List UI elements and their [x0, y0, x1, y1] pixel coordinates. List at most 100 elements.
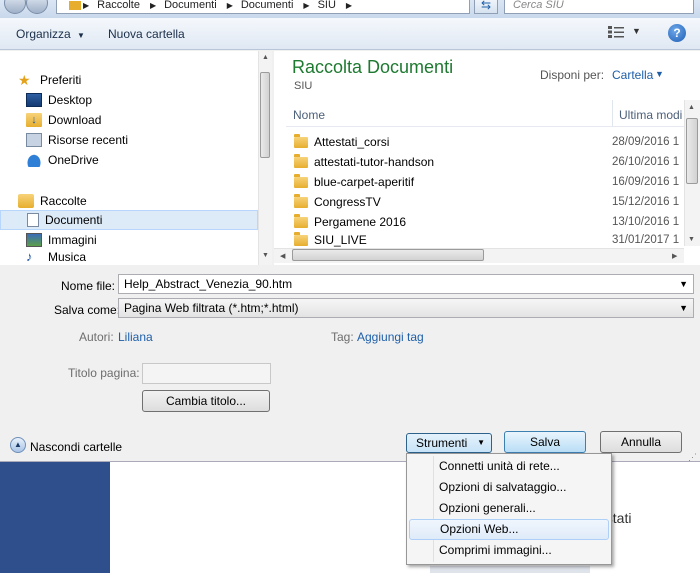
file-row[interactable]: blue-carpet-aperitif 16/09/2016 1: [294, 172, 684, 192]
chevron-down-icon[interactable]: ▼: [679, 275, 688, 293]
refresh-button[interactable]: ⇆: [474, 0, 498, 14]
chevron-down-icon[interactable]: ▼: [632, 26, 641, 36]
hide-folders-toggle[interactable]: Nascondi cartelle: [30, 440, 122, 454]
scroll-right-icon[interactable]: ▶: [672, 252, 677, 260]
file-row[interactable]: attestati-tutor-handson 26/10/2016 1: [294, 152, 684, 172]
organize-button[interactable]: Organizza ▼: [16, 27, 85, 41]
folder-icon: [294, 133, 308, 148]
breadcrumb-separator-icon: ▶: [303, 0, 310, 10]
breadcrumb-documenti-2[interactable]: Documenti: [241, 0, 294, 11]
menu-item-compress-pictures[interactable]: Comprimi immagini...: [409, 540, 609, 561]
recent-places-icon: [26, 133, 42, 147]
file-row[interactable]: Pergamene 2016 13/10/2016 1: [294, 212, 684, 232]
address-bar[interactable]: ▶ Raccolte ▶ Documenti ▶ Documenti ▶ SIU…: [56, 0, 470, 14]
nav-item-recent[interactable]: Risorse recenti: [0, 130, 258, 150]
breadcrumb-separator-icon: ▶: [83, 0, 90, 10]
organize-label: Organizza: [16, 27, 71, 41]
breadcrumb-separator-icon: ▶: [149, 0, 157, 10]
chevron-down-icon[interactable]: ▼: [679, 299, 688, 317]
column-header-date[interactable]: Ultima modi: [619, 108, 682, 122]
authors-label: Autori:: [79, 330, 114, 344]
scroll-down-icon[interactable]: ▼: [688, 236, 695, 243]
folder-icon: [69, 0, 81, 10]
tools-button[interactable]: Strumenti ▼: [406, 433, 492, 453]
cloud-icon: [26, 153, 42, 167]
header-divider: [286, 126, 684, 127]
breadcrumb-documenti[interactable]: Documenti: [164, 0, 217, 11]
menu-item-general-options[interactable]: Opzioni generali...: [409, 498, 609, 519]
collapse-arrow-icon[interactable]: ▲: [10, 437, 26, 453]
page-title-field[interactable]: [142, 363, 271, 384]
refresh-icon: ⇆: [480, 0, 492, 12]
help-icon[interactable]: ?: [668, 24, 686, 42]
nav-item-download[interactable]: ↓ Download: [0, 110, 258, 130]
chevron-down-icon: ▼: [77, 31, 85, 40]
menu-item-map-network-drive[interactable]: Connetti unità di rete...: [409, 456, 609, 477]
arrange-by-label: Disponi per:: [540, 68, 605, 82]
file-date: 26/10/2016 1: [612, 156, 680, 168]
tools-label: Strumenti: [416, 436, 468, 450]
menu-item-save-options[interactable]: Opzioni di salvataggio...: [409, 477, 609, 498]
nav-libraries-header[interactable]: Raccolte: [0, 191, 258, 211]
filename-field[interactable]: Help_Abstract_Venezia_90.htm ▼: [118, 274, 694, 294]
file-row[interactable]: CongressTV 15/12/2016 1: [294, 192, 684, 212]
nav-item-musica[interactable]: ♪ Musica: [0, 250, 258, 264]
nav-item-immagini[interactable]: Immagini: [0, 230, 258, 250]
save-button[interactable]: Salva: [504, 431, 586, 453]
document-icon: [27, 213, 39, 227]
nav-scroll-thumb[interactable]: [260, 72, 270, 158]
nav-item-label: Download: [48, 113, 102, 127]
content-vertical-thumb[interactable]: [686, 118, 698, 184]
arrange-by-dropdown[interactable]: Cartella: [612, 68, 653, 82]
savetype-label: Salva come:: [54, 303, 121, 317]
star-icon: ★: [18, 72, 31, 88]
scroll-left-icon[interactable]: ◀: [280, 252, 285, 260]
file-date: 16/09/2016 1: [612, 176, 680, 188]
file-row[interactable]: SIU_LIVE 31/01/2017 1: [294, 232, 684, 248]
column-header-name[interactable]: Nome: [293, 108, 325, 122]
add-tag-link[interactable]: Aggiungi tag: [357, 330, 424, 344]
change-title-button[interactable]: Cambia titolo...: [142, 390, 270, 412]
view-options-icon[interactable]: [608, 26, 624, 38]
file-row[interactable]: Attestati_corsi 28/09/2016 1: [294, 132, 684, 152]
scroll-down-icon[interactable]: ▼: [262, 252, 269, 259]
new-folder-button[interactable]: Nuova cartella: [108, 27, 185, 41]
nav-favorites-label: Preferiti: [40, 73, 82, 87]
nav-item-documenti[interactable]: Documenti: [0, 210, 258, 230]
file-name: Attestati_corsi: [314, 135, 390, 149]
chevron-down-icon[interactable]: ▼: [655, 69, 664, 79]
file-name: Pergamene 2016: [314, 215, 407, 229]
menu-item-web-options[interactable]: Opzioni Web...: [409, 519, 609, 540]
scroll-up-icon[interactable]: ▲: [262, 54, 269, 61]
breadcrumb-raccolte[interactable]: Raccolte: [97, 0, 140, 11]
library-title: Raccolta Documenti: [292, 57, 454, 77]
filename-label: Nome file:: [61, 279, 116, 293]
folder-icon: [294, 232, 308, 246]
file-name: SIU_LIVE: [314, 233, 367, 247]
resize-grip-icon[interactable]: ⋰: [688, 452, 697, 463]
nav-libraries-label: Raccolte: [40, 194, 87, 208]
nav-favorites-header[interactable]: ★ Preferiti: [0, 70, 258, 90]
search-input[interactable]: Cerca SIU: [504, 0, 694, 14]
scroll-up-icon[interactable]: ▲: [688, 104, 695, 111]
content-horizontal-thumb[interactable]: [292, 249, 484, 261]
file-date: 28/09/2016 1: [612, 136, 680, 148]
nav-item-desktop[interactable]: Desktop: [0, 90, 258, 110]
toolbar: [0, 18, 700, 50]
cancel-button[interactable]: Annulla: [600, 431, 682, 453]
column-divider[interactable]: [612, 100, 613, 126]
breadcrumb-siu[interactable]: SIU: [318, 0, 336, 11]
nav-item-label: Documenti: [45, 213, 103, 227]
download-icon: ↓: [26, 113, 42, 127]
folder-icon: [294, 153, 308, 168]
file-date: 15/12/2016 1: [612, 196, 680, 208]
libraries-icon: [18, 194, 34, 208]
nav-item-label: OneDrive: [48, 153, 99, 167]
filename-value: Help_Abstract_Venezia_90.htm: [124, 277, 293, 291]
nav-item-onedrive[interactable]: OneDrive: [0, 150, 258, 170]
savetype-select[interactable]: Pagina Web filtrata (*.htm;*.html) ▼: [118, 298, 694, 318]
chevron-down-icon: ▼: [477, 438, 485, 447]
file-date: 13/10/2016 1: [612, 216, 680, 228]
file-name: CongressTV: [314, 195, 381, 209]
authors-value[interactable]: Liliana: [118, 330, 153, 344]
